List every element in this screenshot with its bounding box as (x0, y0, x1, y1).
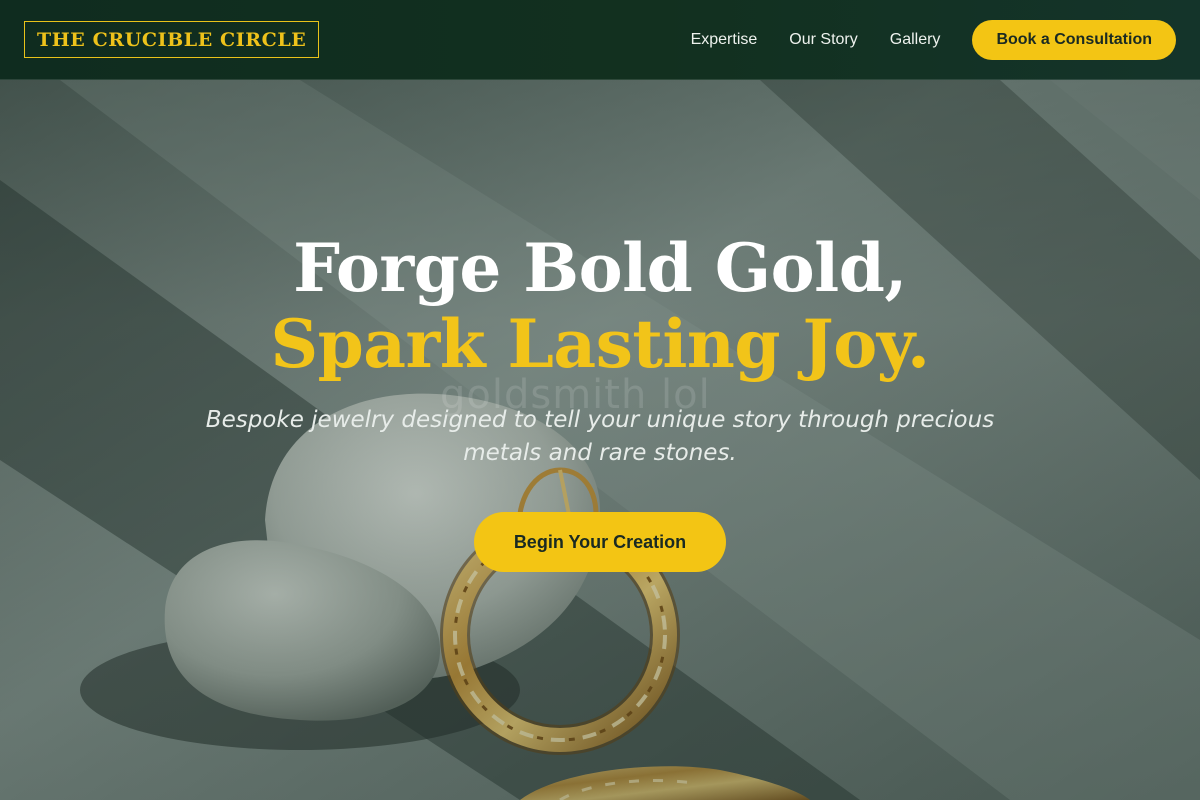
nav-link-our-story[interactable]: Our Story (789, 31, 857, 49)
hero-headline-line-2: Spark Lasting Joy. (270, 305, 930, 383)
brand-logo[interactable]: THE CRUCIBLE CIRCLE (24, 21, 320, 58)
hero-headline-line-1: Forge Bold Gold, (293, 229, 907, 307)
hero-subtext: Bespoke jewelry designed to tell your un… (205, 407, 995, 466)
nav-link-expertise[interactable]: Expertise (691, 31, 758, 49)
begin-creation-button[interactable]: Begin Your Creation (473, 512, 727, 572)
main-nav: Expertise Our Story Gallery Book a Consu… (691, 19, 1176, 60)
brand-name: THE CRUCIBLE CIRCLE (37, 29, 307, 51)
nav-link-gallery[interactable]: Gallery (890, 31, 941, 49)
hero-content: Forge Bold Gold, Spark Lasting Joy. Besp… (0, 230, 1200, 572)
site-header: THE CRUCIBLE CIRCLE Expertise Our Story … (0, 0, 1200, 80)
book-consultation-button[interactable]: Book a Consultation (972, 19, 1176, 60)
